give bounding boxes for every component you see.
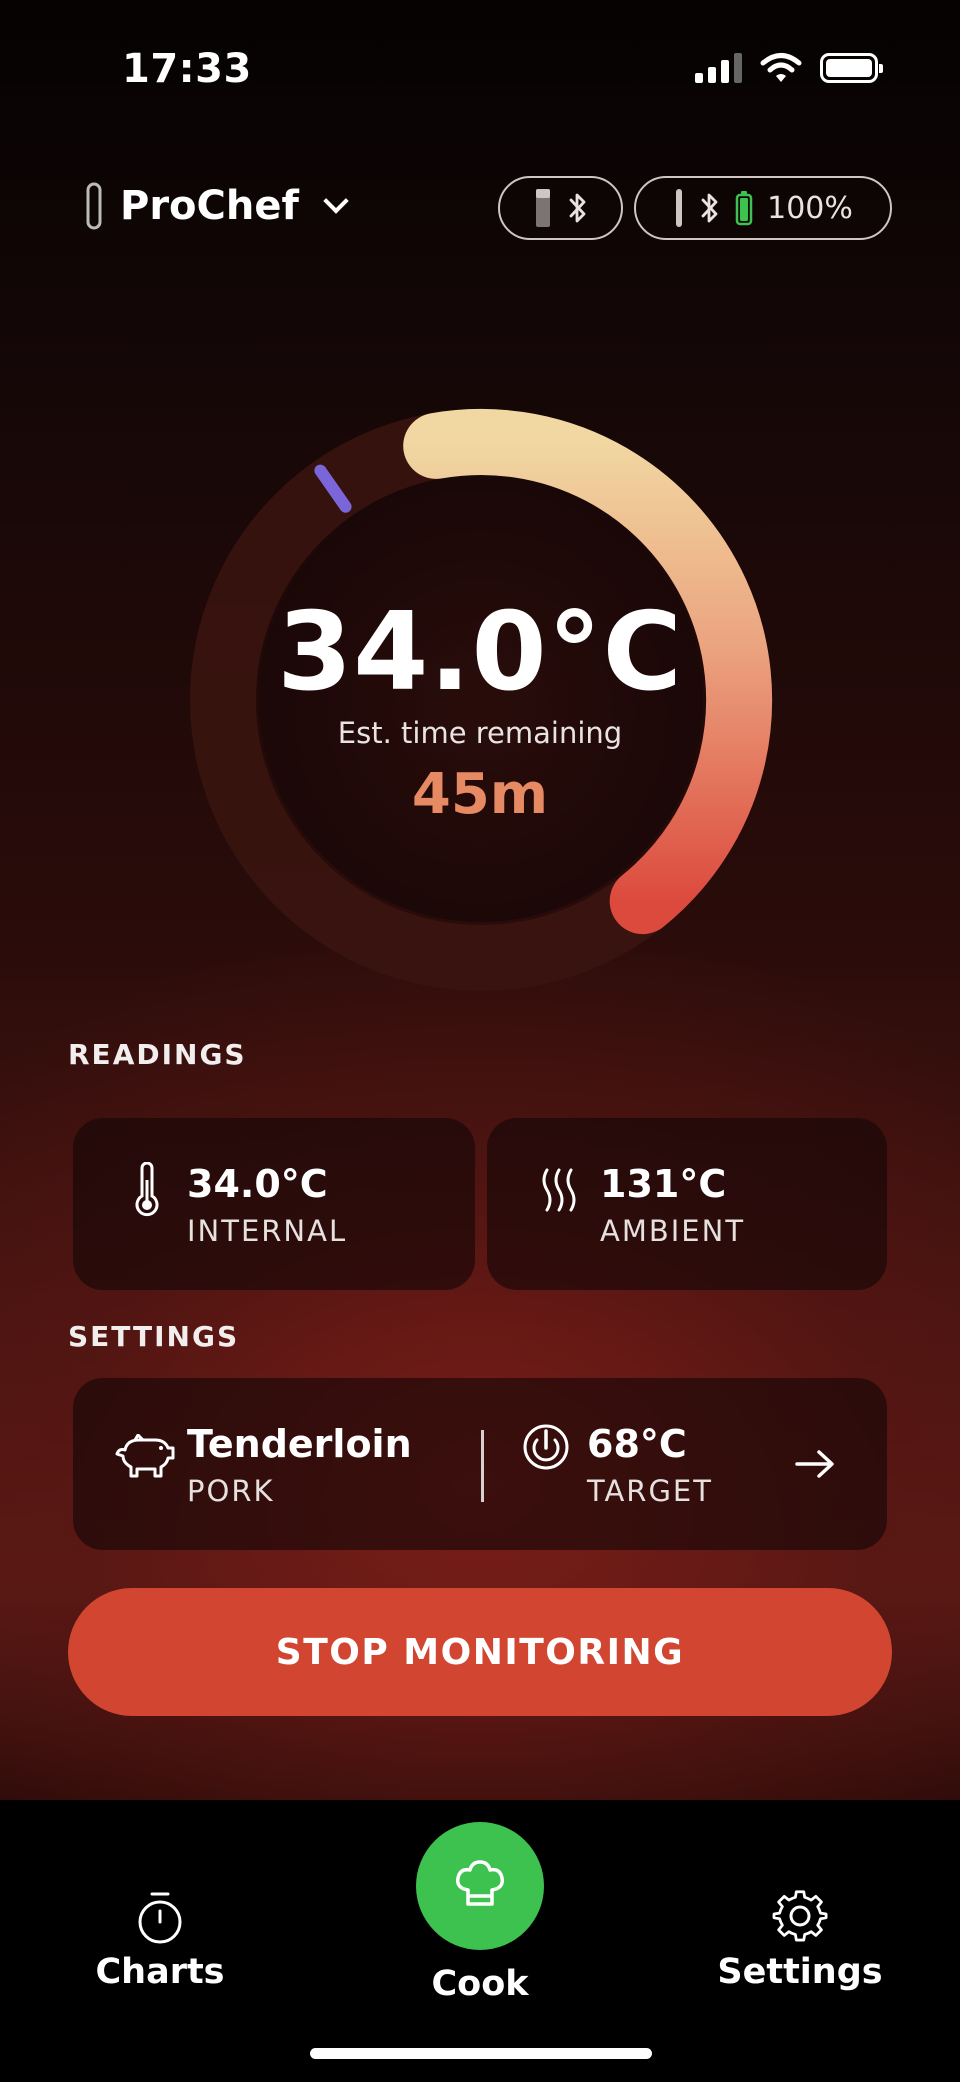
gear-icon <box>772 1890 828 1942</box>
tab-settings[interactable]: Settings <box>710 1890 890 1992</box>
readings-title: READINGS <box>68 1038 247 1071</box>
internal-reading-card: 34.0°C INTERNAL <box>73 1118 475 1290</box>
stop-monitoring-button[interactable]: STOP MONITORING <box>68 1588 892 1716</box>
arrow-right-icon[interactable] <box>795 1448 835 1480</box>
ambient-value: 131°C <box>600 1162 727 1206</box>
chef-hat-icon <box>455 1860 505 1906</box>
target-value: 68°C <box>587 1422 687 1466</box>
meat-type: PORK <box>187 1474 275 1508</box>
home-indicator <box>310 2048 652 2059</box>
target-power-icon <box>523 1424 569 1470</box>
ambient-reading-card: 131°C AMBIENT <box>487 1118 887 1290</box>
tab-cook-button[interactable] <box>416 1822 544 1950</box>
ambient-label: AMBIENT <box>600 1214 746 1248</box>
heat-waves-icon <box>542 1168 576 1212</box>
current-temperature: 34.0°C <box>277 590 683 715</box>
tab-settings-label: Settings <box>717 1952 883 1992</box>
tab-cook-label: Cook <box>431 1964 529 2004</box>
target-label: TARGET <box>587 1474 713 1508</box>
pig-icon <box>115 1434 175 1478</box>
cut-name: Tenderloin <box>187 1422 412 1466</box>
settings-title: SETTINGS <box>68 1320 240 1353</box>
internal-value: 34.0°C <box>187 1162 328 1206</box>
settings-divider <box>481 1430 484 1502</box>
internal-label: INTERNAL <box>187 1214 348 1248</box>
est-time-value: 45m <box>411 762 549 827</box>
thermometer-icon <box>135 1162 159 1217</box>
cook-settings-card[interactable]: Tenderloin PORK 68°C TARGET <box>73 1378 887 1550</box>
tab-cook[interactable]: Cook <box>400 1964 560 2004</box>
stopwatch-icon <box>138 1892 182 1944</box>
temperature-gauge <box>190 409 773 991</box>
tab-charts-label: Charts <box>95 1952 225 1992</box>
est-time-label: Est. time remaining <box>337 716 623 750</box>
tab-charts[interactable]: Charts <box>80 1890 240 1992</box>
